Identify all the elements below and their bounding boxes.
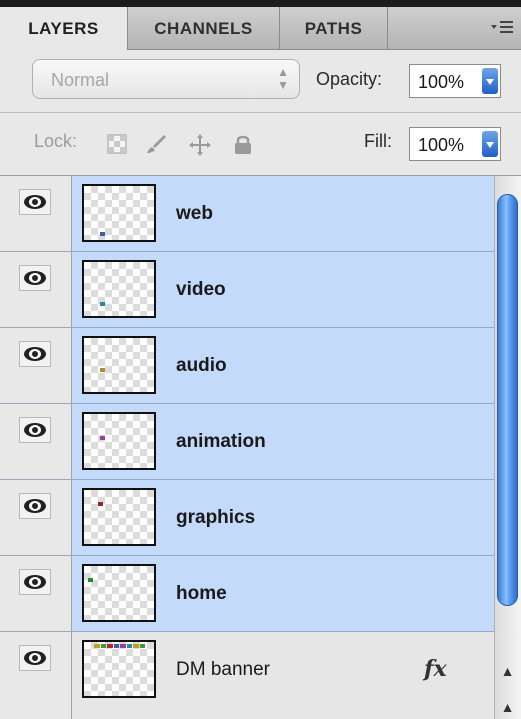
banner-thumbnail-image <box>94 644 145 648</box>
layer-row[interactable]: audio <box>0 328 494 404</box>
fill-label: Fill: <box>364 131 392 151</box>
eye-icon[interactable] <box>19 569 51 595</box>
blend-mode-value: Normal <box>51 70 110 90</box>
layer-name: DM banner <box>176 659 270 680</box>
layer-name: web <box>176 203 213 224</box>
visibility-cell <box>0 404 72 479</box>
layer-row[interactable]: graphics <box>0 480 494 556</box>
fill-field[interactable]: 100% <box>409 127 501 161</box>
blend-mode-row: Normal ▲ ▼ Opacity: 100% <box>0 50 521 113</box>
eye-icon[interactable] <box>19 417 51 443</box>
lock-row: Lock: Fill: 100% <box>0 113 521 176</box>
layer-thumbnail <box>82 640 156 698</box>
tab-layers[interactable]: LAYERS <box>0 7 128 50</box>
visibility-cell <box>0 328 72 403</box>
eye-icon[interactable] <box>19 265 51 291</box>
scroll-up-arrow-icon[interactable]: ▲ <box>494 647 521 695</box>
updown-arrows-icon: ▲ ▼ <box>277 65 289 92</box>
panel-menu-icon[interactable] <box>489 17 515 39</box>
visibility-cell <box>0 480 72 555</box>
visibility-cell <box>0 252 72 327</box>
panel-tab-bar: LAYERS CHANNELS PATHS <box>0 7 521 50</box>
thumbnail-content <box>100 368 105 372</box>
eye-icon[interactable] <box>19 645 51 671</box>
visibility-cell <box>0 176 72 251</box>
layer-name: video <box>176 279 226 300</box>
opacity-value: 100% <box>418 72 465 92</box>
scrollbar-thumb[interactable] <box>497 194 518 606</box>
tab-channels[interactable]: CHANNELS <box>128 7 280 49</box>
thumbnail-content <box>98 502 103 506</box>
layer-thumbnail <box>82 564 156 622</box>
layer-row[interactable]: web <box>0 176 494 252</box>
lock-position-icon[interactable] <box>188 133 211 156</box>
layer-row[interactable]: video <box>0 252 494 328</box>
layer-row[interactable]: home <box>0 556 494 632</box>
visibility-cell <box>0 632 72 719</box>
layer-thumbnail <box>82 488 156 546</box>
opacity-label: Opacity: <box>316 69 383 89</box>
thumbnail-content <box>100 436 105 440</box>
lock-label: Lock: <box>34 131 78 151</box>
layer-name: audio <box>176 355 227 376</box>
panel-top-edge <box>0 0 521 7</box>
layer-name: graphics <box>176 507 256 528</box>
tab-paths[interactable]: PATHS <box>280 7 388 49</box>
visibility-cell <box>0 556 72 631</box>
layers-list: web video audio animation graphics home … <box>0 176 521 719</box>
fill-value: 100% <box>418 135 465 155</box>
layer-effects-icon[interactable]: fx <box>424 656 447 682</box>
thumbnail-content <box>100 232 105 236</box>
lock-transparent-icon[interactable] <box>106 133 128 155</box>
lock-image-icon[interactable] <box>144 133 166 155</box>
layers-panel: LAYERS CHANNELS PATHS Normal ▲ ▼ Opacity:… <box>0 0 521 719</box>
layer-thumbnail <box>82 336 156 394</box>
eye-icon[interactable] <box>19 189 51 215</box>
fill-dropdown-button[interactable] <box>482 131 498 157</box>
eye-icon[interactable] <box>19 341 51 367</box>
layer-thumbnail <box>82 260 156 318</box>
thumbnail-content <box>100 302 105 306</box>
opacity-dropdown-button[interactable] <box>482 68 498 94</box>
opacity-field[interactable]: 100% <box>409 64 501 98</box>
scroll-up-arrow-icon-secondary[interactable]: ▲ <box>494 695 521 719</box>
layer-thumbnail <box>82 412 156 470</box>
lock-all-icon[interactable] <box>232 133 254 155</box>
blend-mode-select[interactable]: Normal ▲ ▼ <box>32 59 300 99</box>
layer-name: home <box>176 583 227 604</box>
eye-icon[interactable] <box>19 493 51 519</box>
layer-thumbnail <box>82 184 156 242</box>
thumbnail-content <box>88 578 93 582</box>
layer-row[interactable]: DM banner fx <box>0 632 494 719</box>
layer-row[interactable]: animation <box>0 404 494 480</box>
layer-name: animation <box>176 431 266 452</box>
